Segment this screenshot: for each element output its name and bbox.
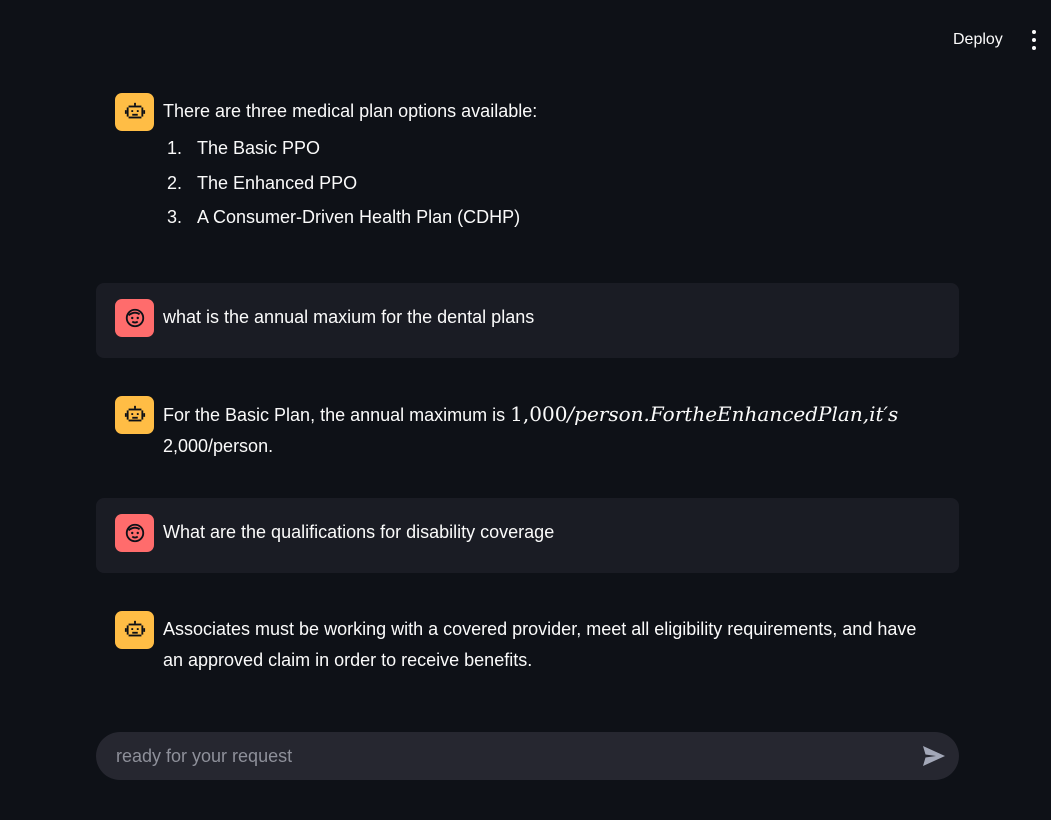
message-text: Associates must be working with a covere… bbox=[163, 619, 917, 670]
list-item: 2. The Enhanced PPO bbox=[167, 170, 537, 196]
menu-dot bbox=[1032, 30, 1036, 34]
list-text: The Basic PPO bbox=[197, 138, 321, 158]
assistant-message: Associates must be working with a covere… bbox=[96, 595, 959, 692]
list-item: 3. A Consumer-Driven Health Plan (CDHP) bbox=[167, 204, 537, 230]
assistant-message: For the Basic Plan, the annual maximum i… bbox=[96, 380, 959, 478]
list-number: 1. bbox=[167, 138, 183, 158]
robot-icon bbox=[115, 396, 154, 434]
send-icon[interactable] bbox=[920, 743, 948, 769]
user-message: what is the annual maxium for the dental… bbox=[96, 283, 959, 358]
math-number: 1,000 bbox=[510, 402, 568, 426]
math-italic: /person.FortheEnhancedPlan,it′s bbox=[567, 402, 899, 426]
list-item: 1. The Basic PPO bbox=[167, 135, 537, 161]
plan-list: 1. The Basic PPO 2. The Enhanced PPO 3. A C… bbox=[163, 135, 537, 230]
face-icon bbox=[115, 299, 154, 337]
menu-dot bbox=[1032, 46, 1036, 50]
vertical-dots-icon[interactable] bbox=[1022, 26, 1046, 54]
message-content: There are three medical plan options ava… bbox=[163, 93, 537, 239]
robot-icon bbox=[115, 611, 154, 649]
user-message: What are the qualifications for disabili… bbox=[96, 498, 959, 573]
deploy-button[interactable]: Deploy bbox=[943, 28, 1013, 52]
top-bar: Deploy bbox=[0, 0, 1051, 80]
chat-input[interactable] bbox=[96, 732, 896, 780]
face-icon bbox=[115, 514, 154, 552]
list-number: 2. bbox=[167, 172, 183, 193]
message-text: What are the qualifications for disabili… bbox=[163, 522, 555, 542]
assistant-message: There are three medical plan options ava… bbox=[96, 77, 959, 255]
menu-dot bbox=[1032, 38, 1036, 42]
chat-input-container bbox=[96, 732, 959, 780]
list-text: The Enhanced PPO bbox=[197, 172, 358, 193]
robot-icon bbox=[115, 93, 154, 131]
message-text-continued: 2,000/person. bbox=[163, 436, 274, 456]
message-text: what is the annual maxium for the dental… bbox=[163, 307, 535, 327]
math-expression: 1,000/person.FortheEnhancedPlan,it′s bbox=[510, 402, 898, 426]
message-content: For the Basic Plan, the annual maximum i… bbox=[163, 396, 898, 462]
message-text: For the Basic Plan, the annual maximum i… bbox=[163, 405, 511, 425]
list-text: A Consumer-Driven Health Plan (CDHP) bbox=[197, 207, 521, 228]
list-number: 3. bbox=[167, 207, 183, 228]
message-text: There are three medical plan options ava… bbox=[163, 101, 538, 121]
